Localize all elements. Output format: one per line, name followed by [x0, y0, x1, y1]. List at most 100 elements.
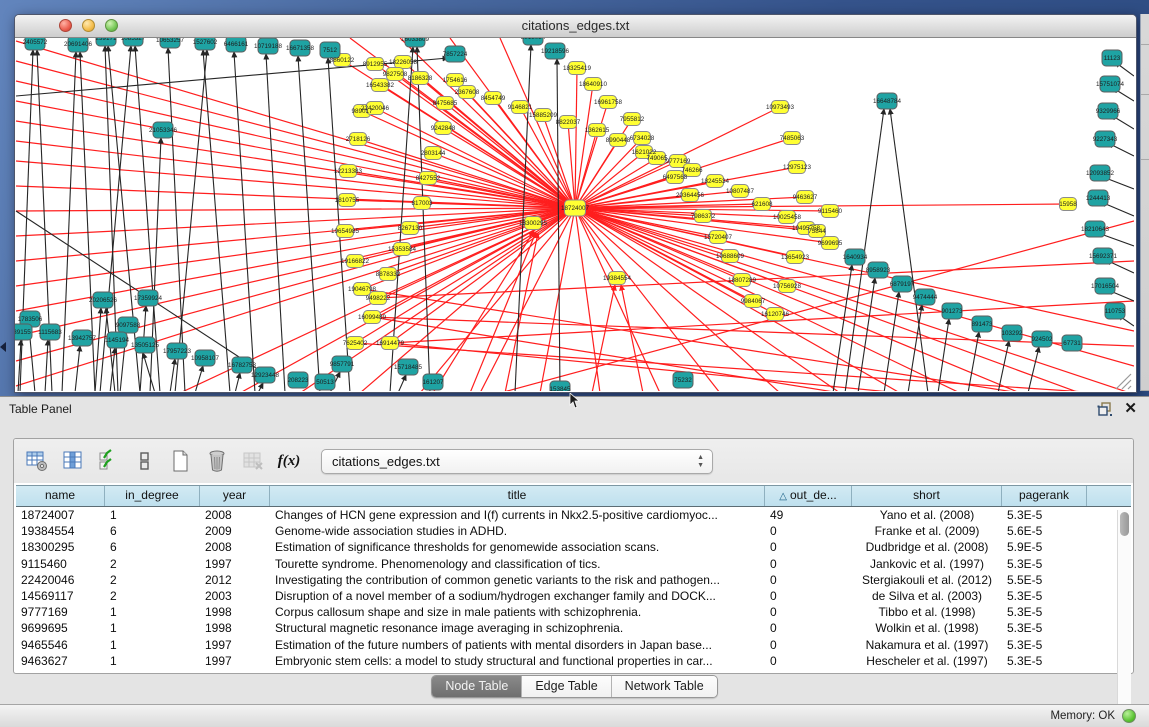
column-header-year[interactable]: year: [200, 486, 270, 506]
table-row[interactable]: 1872400712008Changes of HCN gene express…: [16, 507, 1131, 523]
svg-text:16914479: 16914479: [376, 340, 405, 347]
select-rows-icon[interactable]: [95, 447, 123, 475]
svg-text:9498222: 9498222: [366, 295, 391, 302]
cell: 2012: [200, 572, 270, 588]
float-panel-icon[interactable]: [1097, 402, 1113, 417]
network-window-titlebar[interactable]: citations_edges.txt: [15, 15, 1136, 38]
table-row[interactable]: 946362711997Embryonic stem cells: a mode…: [16, 653, 1131, 669]
svg-text:50513: 50513: [316, 379, 334, 386]
svg-text:18226058: 18226058: [389, 59, 418, 66]
table-row[interactable]: 911546021997Tourette syndrome. Phenomeno…: [16, 556, 1131, 572]
svg-text:161207: 161207: [422, 379, 444, 386]
cell: 0: [765, 653, 852, 669]
memory-status-indicator: [1122, 709, 1136, 723]
column-header-out_de[interactable]: △out_de...: [765, 486, 852, 506]
cell: 6: [105, 539, 200, 555]
right-side-strip: [1140, 14, 1149, 391]
dropdown-stepper-icon[interactable]: ▲▼: [697, 454, 704, 470]
scrollbar-thumb[interactable]: [1120, 512, 1129, 536]
cell: 5.3E-5: [1002, 620, 1087, 636]
svg-text:16543382: 16543382: [366, 82, 395, 89]
svg-text:17359924: 17359924: [134, 295, 163, 302]
svg-text:8912955: 8912955: [363, 61, 388, 68]
svg-text:7857224: 7857224: [443, 51, 468, 58]
cell: 5.9E-5: [1002, 539, 1087, 555]
svg-text:19654985: 19654985: [331, 228, 360, 235]
cell: 5.3E-5: [1002, 604, 1087, 620]
table-source-dropdown[interactable]: citations_edges.txt ▲▼: [321, 449, 713, 474]
svg-text:9242848: 9242848: [431, 125, 456, 132]
cell: 0: [765, 539, 852, 555]
svg-text:9115460: 9115460: [818, 208, 843, 215]
desktop-background: citations_edges.txt 18724007183002951938…: [0, 0, 1149, 396]
show-column-icon[interactable]: [59, 447, 87, 475]
column-header-pagerank[interactable]: pagerank: [1002, 486, 1087, 506]
cell: 2008: [200, 539, 270, 555]
column-header-short[interactable]: short: [852, 486, 1002, 506]
svg-text:9463627: 9463627: [793, 194, 818, 201]
table-body: 1872400712008Changes of HCN gene express…: [16, 507, 1131, 669]
table-row[interactable]: 2242004622012Investigating the contribut…: [16, 572, 1131, 588]
svg-text:21053346: 21053346: [149, 127, 178, 134]
svg-text:15958: 15958: [1059, 201, 1077, 208]
svg-text:18245534: 18245534: [701, 178, 730, 185]
row-height-icon[interactable]: [131, 447, 159, 475]
table-options-icon[interactable]: [23, 447, 51, 475]
cell: 9699695: [16, 620, 105, 636]
close-panel-icon[interactable]: ✕: [1124, 400, 1137, 418]
table-tabs: Node TableEdge TableNetwork Table: [0, 675, 1149, 698]
svg-text:1754616: 1754616: [443, 77, 468, 84]
cell: Hescheler et al. (1997): [852, 653, 1002, 669]
delete-column-icon[interactable]: [203, 447, 231, 475]
svg-text:2803144: 2803144: [421, 150, 446, 157]
network-window[interactable]: citations_edges.txt 18724007183002951938…: [14, 14, 1137, 393]
delete-table-icon[interactable]: [239, 447, 267, 475]
svg-text:8860122: 8860122: [330, 57, 355, 64]
cell: 1997: [200, 556, 270, 572]
table-row[interactable]: 1830029562008Estimation of significance …: [16, 539, 1131, 555]
table-row[interactable]: 977716911998Corpus callosum shape and si…: [16, 604, 1131, 620]
svg-text:19218596: 19218596: [541, 48, 570, 55]
table-row[interactable]: 969969511998Structural magnetic resonanc…: [16, 620, 1131, 636]
cell: 2: [105, 556, 200, 572]
svg-text:9329966: 9329966: [1096, 108, 1121, 115]
svg-text:8475685: 8475685: [433, 100, 458, 107]
svg-text:18300295: 18300295: [519, 220, 548, 227]
cell: Investigating the contribution of common…: [270, 572, 765, 588]
cell: Wolkin et al. (1998): [852, 620, 1002, 636]
function-builder-icon[interactable]: f(x): [275, 447, 303, 475]
column-header-name[interactable]: name: [16, 486, 105, 506]
tab-node-table[interactable]: Node Table: [432, 676, 522, 697]
cell: 9777169: [16, 604, 105, 620]
svg-text:15885209: 15885209: [529, 112, 558, 119]
svg-text:18724007: 18724007: [561, 205, 590, 212]
svg-text:18325419: 18325419: [563, 65, 592, 72]
svg-text:8822037: 8822037: [556, 119, 581, 126]
svg-text:239171: 239171: [95, 38, 117, 42]
cytoscape-app: citations_edges.txt 18724007 18300295 1938…: [0, 0, 1149, 727]
svg-text:10973493: 10973493: [766, 104, 795, 111]
svg-text:1115683: 1115683: [38, 329, 62, 336]
table-row[interactable]: 1938455462009Genome-wide association stu…: [16, 523, 1131, 539]
column-header-in_degree[interactable]: in_degree: [105, 486, 200, 506]
table-row[interactable]: 946554611997Estimation of the future num…: [16, 637, 1131, 653]
cell: 1997: [200, 653, 270, 669]
svg-text:1810755: 1810755: [335, 197, 360, 204]
table-row[interactable]: 1456911722003Disruption of a novel membe…: [16, 588, 1131, 604]
new-column-icon[interactable]: [167, 447, 195, 475]
svg-text:22420046: 22420046: [361, 105, 390, 112]
svg-text:75232: 75232: [674, 377, 692, 384]
svg-text:17957223: 17957223: [163, 348, 192, 355]
svg-text:817003: 817003: [411, 200, 433, 207]
cell: Stergiakouli et al. (2012): [852, 572, 1002, 588]
cell: Estimation of the future numbers of pati…: [270, 637, 765, 653]
tab-network-table[interactable]: Network Table: [612, 676, 717, 697]
collapse-panel-arrow-icon[interactable]: [0, 342, 6, 352]
column-header-title[interactable]: title: [270, 486, 765, 506]
svg-text:9097588: 9097588: [116, 322, 141, 329]
cell: Dudbridge et al. (2008): [852, 539, 1002, 555]
svg-text:16033809: 16033809: [401, 38, 430, 43]
tab-edge-table[interactable]: Edge Table: [522, 676, 611, 697]
network-canvas[interactable]: 1872400718300295193845548860122891295518…: [15, 38, 1134, 391]
cell: Structural magnetic resonance image aver…: [270, 620, 765, 636]
